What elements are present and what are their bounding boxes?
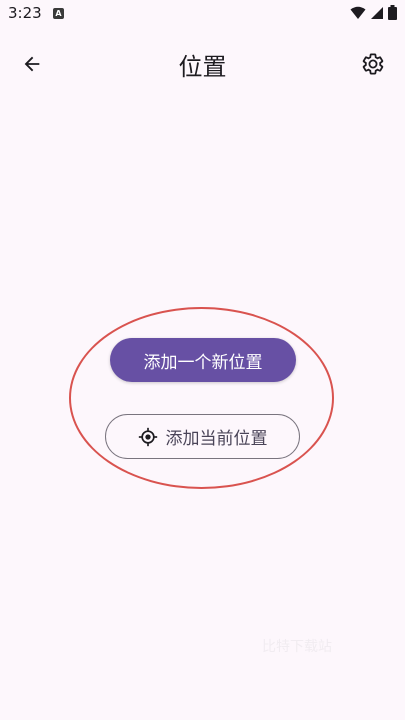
status-time: 3:23 [8,4,42,22]
wifi-icon [350,6,366,19]
highlight-annotation [69,307,334,489]
page-title: 位置 [178,53,227,81]
notification-badge-icon: A [53,8,64,19]
add-current-location-label: 添加当前位置 [165,429,268,449]
signal-icon [371,6,383,19]
watermark: 比特下载站 [262,639,332,655]
battery-icon [388,5,397,20]
add-new-location-button[interactable]: 添加一个新位置 [110,338,296,382]
top-app-bar: 位置 [0,36,405,92]
my-location-icon [138,427,157,446]
add-current-location-button[interactable]: 添加当前位置 [105,414,300,459]
add-new-location-label: 添加一个新位置 [143,352,263,373]
status-icons [350,5,397,20]
settings-button[interactable] [355,46,391,82]
status-bar: 3:23 A [0,0,405,28]
gear-icon [362,53,384,75]
